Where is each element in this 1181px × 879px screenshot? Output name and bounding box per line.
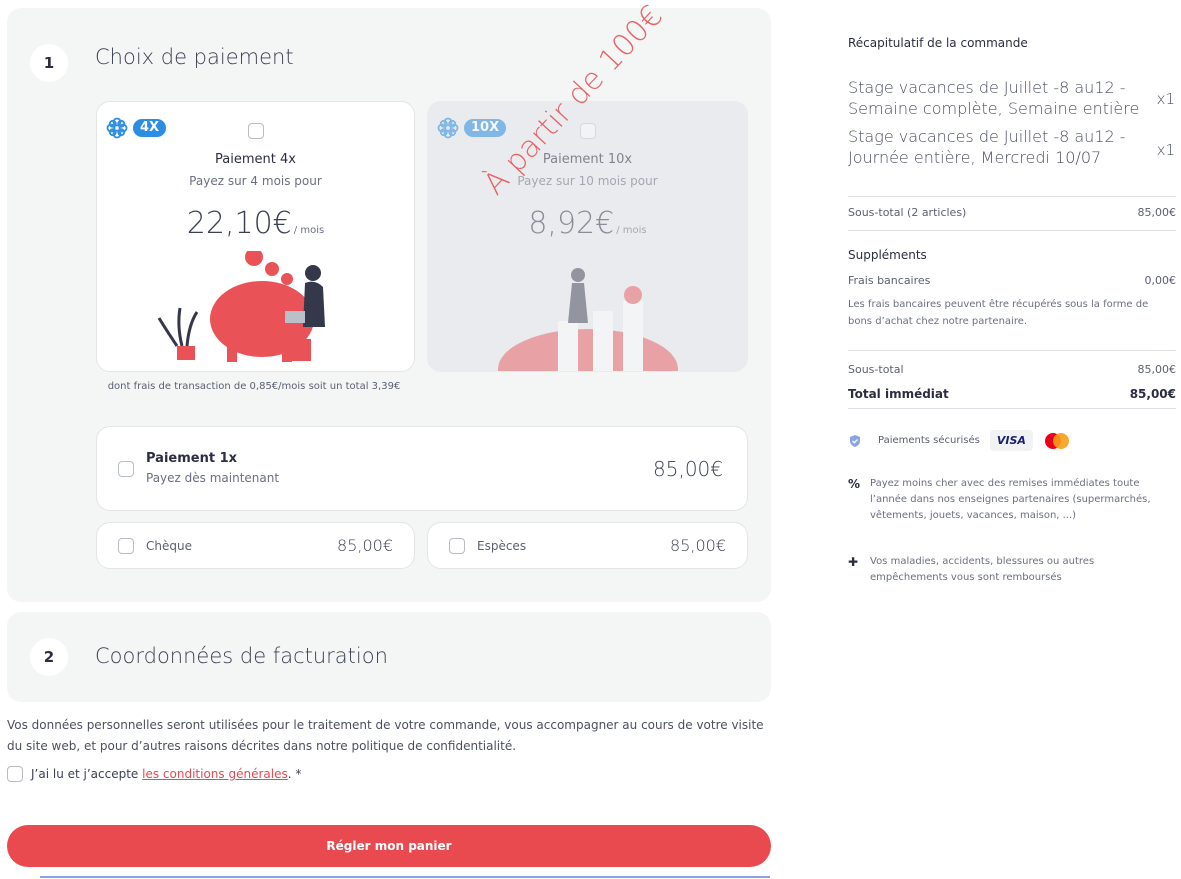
option-1x-price: 85,00€ bbox=[653, 457, 723, 481]
medical-cross-icon: ✚ bbox=[848, 555, 859, 569]
summary-item-1-qty: x1 bbox=[1156, 90, 1175, 108]
billing-details-panel[interactable]: 2 Coordonnées de facturation bbox=[7, 612, 771, 702]
bank-fees-value: 0,00€ bbox=[1144, 274, 1177, 287]
total-row: Total immédiat 85,00€ bbox=[848, 387, 1176, 401]
visa-logo: VISA bbox=[989, 430, 1033, 451]
option-especes-price: 85,00€ bbox=[670, 536, 726, 555]
option-4x-card[interactable]: 4X Paiement 4x Payez sur 4 mois pour 22,… bbox=[96, 101, 415, 372]
step-number: 2 bbox=[30, 638, 68, 676]
terms-suffix: . * bbox=[287, 767, 302, 781]
summary-item-2-qty: x1 bbox=[1156, 141, 1175, 159]
subtotal2-label: Sous-total bbox=[848, 363, 904, 376]
shield-check-icon bbox=[850, 434, 860, 447]
price-value: 22,10€ bbox=[186, 206, 292, 241]
summary-item-1: Stage vacances de Juillet -8 au12 - Sema… bbox=[848, 78, 1140, 118]
step-title: Choix de paiement bbox=[95, 45, 294, 69]
total-label: Total immédiat bbox=[848, 387, 949, 401]
option-10x-checkbox bbox=[580, 123, 596, 139]
option-cheque-price: 85,00€ bbox=[337, 536, 393, 555]
secure-label: Paiements sécurisés bbox=[878, 435, 980, 446]
option-4x-subtitle: Payez sur 4 mois pour bbox=[189, 174, 322, 188]
option-10x-price: 8,92€ / mois bbox=[428, 206, 747, 241]
secure-payments-row: Paiements sécurisés VISA bbox=[848, 430, 1071, 451]
percent-icon: % bbox=[848, 477, 861, 491]
divider bbox=[848, 408, 1176, 409]
perk-discounts-text: Payez moins cher avec des remises immédi… bbox=[870, 478, 1151, 521]
bank-fees-label: Frais bancaires bbox=[848, 274, 931, 287]
pay-cart-button[interactable]: Régler mon panier bbox=[7, 825, 771, 867]
bank-fees-note: Les frais bancaires peuvent être récupér… bbox=[848, 299, 1149, 327]
divider bbox=[848, 350, 1176, 351]
divider bbox=[848, 196, 1176, 197]
privacy-notice: Vos données personnelles seront utilisée… bbox=[7, 718, 764, 753]
divider bbox=[848, 230, 1176, 231]
transaction-fee-note: dont frais de transaction de 0,85€/mois … bbox=[107, 381, 401, 392]
terms-prefix: J’ai lu et j’accepte bbox=[31, 767, 139, 781]
option-especes-checkbox[interactable] bbox=[449, 538, 465, 554]
perk-insurance: ✚ Vos maladies, accidents, blessures ou … bbox=[848, 554, 1168, 586]
piggy-bank-illustration bbox=[157, 251, 325, 362]
focus-outline bbox=[40, 876, 770, 878]
perk-discounts: % Payez moins cher avec des remises immé… bbox=[848, 476, 1168, 524]
option-1x-title: Paiement 1x bbox=[146, 451, 238, 466]
option-10x-title: Paiement 10x bbox=[542, 152, 633, 167]
badge-4x: 4X bbox=[105, 116, 167, 140]
perk-insurance-text: Vos maladies, accidents, blessures ou au… bbox=[870, 556, 1095, 583]
option-4x-checkbox[interactable] bbox=[248, 123, 264, 139]
option-10x-card: 10X Paiement 10x Payez sur 10 mois pour … bbox=[427, 101, 748, 372]
option-1x-subtitle: Payez dès maintenant bbox=[146, 471, 280, 485]
growth-illustration bbox=[498, 268, 678, 371]
price-value: 8,92€ bbox=[528, 206, 615, 241]
option-10x-subtitle: Payez sur 10 mois pour bbox=[517, 174, 658, 188]
terms-link[interactable]: les conditions générales bbox=[142, 767, 288, 781]
flower-logo-icon bbox=[106, 117, 128, 139]
badge-10x: 10X bbox=[436, 116, 507, 140]
supplements-title: Suppléments bbox=[848, 248, 927, 262]
price-unit: / mois bbox=[616, 225, 647, 236]
terms-row: J’ai lu et j’accepte les conditions géné… bbox=[7, 766, 301, 782]
bank-fees-row: Frais bancaires 0,00€ bbox=[848, 274, 1176, 287]
option-especes-label: Espèces bbox=[477, 539, 527, 553]
subtotal-value: 85,00€ bbox=[1137, 206, 1177, 219]
option-4x-title: Paiement 4x bbox=[215, 152, 296, 167]
step-number: 1 bbox=[30, 44, 68, 82]
badge-label: 4X bbox=[133, 119, 167, 137]
step-title: Coordonnées de facturation bbox=[95, 644, 388, 668]
option-cheque-label: Chèque bbox=[146, 539, 192, 553]
option-1x-checkbox[interactable] bbox=[118, 461, 134, 477]
subtotal2-value: 85,00€ bbox=[1137, 363, 1177, 376]
payment-choice-panel: 1 Choix de paiement 4X Paiement 4x Payez… bbox=[7, 0, 771, 602]
flower-logo-icon bbox=[437, 117, 459, 139]
terms-checkbox[interactable] bbox=[7, 766, 23, 782]
subtotal2-row: Sous-total 85,00€ bbox=[848, 363, 1176, 376]
badge-label: 10X bbox=[464, 119, 507, 137]
mastercard-logo-icon bbox=[1044, 432, 1069, 449]
summary-item-2: Stage vacances de Juillet -8 au12 - Jour… bbox=[848, 127, 1126, 167]
total-value: 85,00€ bbox=[1129, 387, 1176, 401]
summary-title: Récapitulatif de la commande bbox=[848, 36, 1028, 50]
option-cheque-card[interactable]: Chèque 85,00€ bbox=[96, 522, 415, 569]
option-1x-card[interactable]: Paiement 1x Payez dès maintenant 85,00€ bbox=[96, 426, 748, 511]
subtotal-row: Sous-total (2 articles) 85,00€ bbox=[848, 206, 1176, 219]
option-cheque-checkbox[interactable] bbox=[118, 538, 134, 554]
option-especes-card[interactable]: Espèces 85,00€ bbox=[427, 522, 748, 569]
subtotal-label: Sous-total (2 articles) bbox=[848, 206, 967, 219]
price-unit: / mois bbox=[293, 225, 325, 236]
option-4x-price: 22,10€ / mois bbox=[97, 206, 414, 241]
